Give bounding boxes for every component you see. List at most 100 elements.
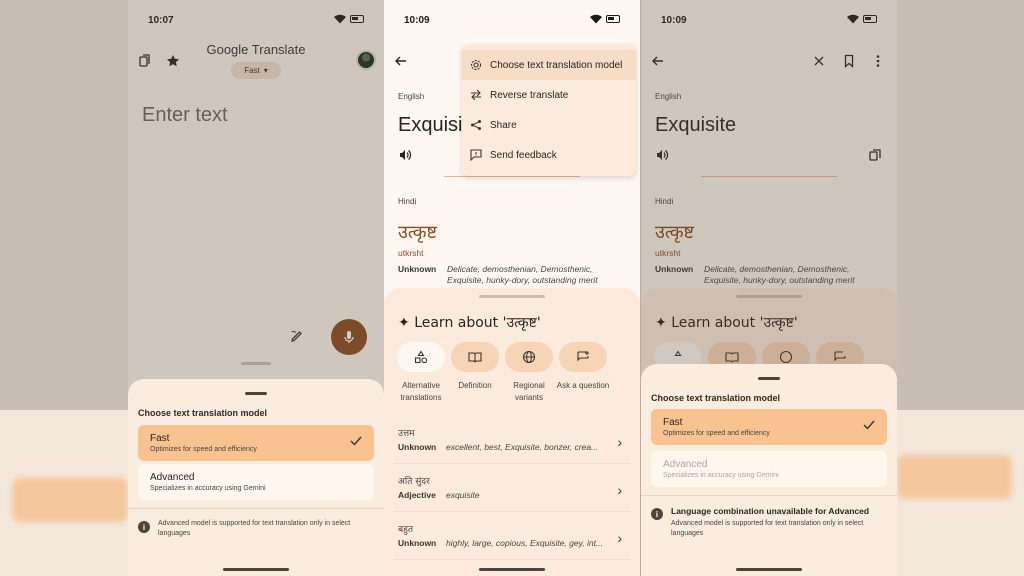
mic-button[interactable] [331,319,367,355]
info-icon: i [138,521,150,533]
menu-item-share[interactable]: Share [462,110,636,140]
menu-item-reverse-translate[interactable]: Reverse translate [462,80,636,110]
chip-definition[interactable]: Definition [451,342,499,404]
menu-item-label: Choose text translation model [490,59,623,71]
learn-panel: ✦ Learn about 'उत्कृष्ट' Alternative tra… [384,288,640,576]
chip-ask-question[interactable]: Ask a question [557,342,609,404]
close-icon[interactable] [810,52,828,70]
app-title: Google Translate [128,42,384,57]
speaker-icon[interactable] [653,146,671,164]
learn-title-text: Learn about 'उत्कृष्ट' [414,315,541,331]
mic-icon [344,331,354,343]
option-advanced[interactable]: Advanced Specializes in accuracy using G… [138,464,374,500]
chevron-down-icon: ▾ [263,66,268,75]
chip-regional-variants[interactable]: Regional variants [505,342,553,404]
sheet-title: Choose text translation model [138,408,268,418]
chevron-right-icon: › [617,482,622,498]
learn-title-text: Learn about 'उत्कृष्ट' [671,315,798,331]
book-icon [468,352,482,363]
question-icon [577,351,589,362]
list-item[interactable]: उत्तम Unknown excellent, best, Exquisite… [394,416,630,464]
row-word: बहुत [398,525,414,535]
phone-screen-menu: 10:09 English Exquisite Hindi उत्कृष्ट u… [384,0,640,576]
back-arrow-icon[interactable] [392,52,410,70]
menu-item-label: Reverse translate [490,89,569,101]
blurred-right-pill [897,455,1012,499]
target-language: Hindi [655,197,674,206]
handwriting-icon[interactable] [290,329,304,348]
phone-screen-home: 10:07 Google Translate Fast ▾ Enter text… [128,0,384,576]
question-icon [834,351,846,362]
avatar[interactable] [356,50,376,70]
option-advanced-disabled: Advanced Specializes in accuracy using G… [651,451,887,487]
option-title: Fast [150,433,170,444]
overflow-menu: Choose text translation model Reverse tr… [462,44,636,176]
list-item[interactable]: अति सुंदर Adjective exquisite › [394,464,630,512]
home-indicator [736,568,802,571]
option-fast[interactable]: Fast Optimizes for speed and efficiency [651,409,887,445]
model-chip-label: Fast [244,66,260,75]
menu-item-label: Share [490,119,517,131]
menu-item-choose-model[interactable]: Choose text translation model [462,50,636,80]
back-arrow-icon[interactable] [649,52,667,70]
model-sheet: Choose text translation model Fast Optim… [128,379,384,576]
info-heading: Language combination unavailable for Adv… [671,506,870,516]
globe-icon [522,350,536,364]
learn-chips: Alternative translations Definition Regi… [397,342,609,404]
transliteration: utkrsht [398,248,424,258]
option-desc: Optimizes for speed and efficiency [663,430,770,437]
sheet-grab-handle[interactable] [736,295,802,298]
speaker-icon[interactable] [396,146,414,164]
battery-icon [863,15,877,23]
bookmark-icon[interactable] [840,52,858,70]
wifi-icon [334,14,346,24]
synonyms: Delicate, demosthenian, Demosthenic, Exq… [704,264,855,285]
row-word: अति सुंदर [398,477,430,487]
sheet-grab-handle[interactable] [245,392,267,395]
home-indicator [479,568,545,571]
drag-handle[interactable] [241,362,271,365]
list-item[interactable]: बहुत Unknown highly, large, copious, Exq… [394,512,630,560]
menu-item-label: Send feedback [490,149,557,161]
chip-label: Regional variants [513,381,545,402]
more-vert-icon[interactable] [869,52,887,70]
sheet-grab-handle[interactable] [479,295,545,298]
option-title: Advanced [150,472,195,483]
row-synonyms: excellent, best, Exquisite, bonzer, crea… [446,442,599,452]
option-desc: Specializes in accuracy using Gemini [150,485,266,492]
status-time: 10:09 [661,15,687,26]
alt-translation-list: उत्तम Unknown excellent, best, Exquisite… [384,416,640,560]
row-word: उत्तम [398,429,415,439]
status-time: 10:09 [404,15,430,26]
target-word: उत्कृष्ट [655,222,695,243]
check-icon [863,420,875,430]
source-text-input[interactable]: Enter text [142,104,228,127]
chip-label: Alternative translations [400,381,442,402]
phone-screen-model-sheet: 10:09 English Exquisite Hindi उत्कृष्ट u… [641,0,897,576]
model-chip[interactable]: Fast ▾ [231,62,281,79]
sheet-grab-handle[interactable] [758,377,780,380]
learn-title: ✦ Learn about 'उत्कृष्ट' [398,313,541,332]
synonyms: Delicate, demosthenian, Demosthenic, Exq… [447,264,598,285]
app-title-google: Google [206,42,249,57]
copy-icon[interactable] [866,146,884,164]
info-text: Advanced model is supported for text tra… [158,520,351,537]
menu-item-send-feedback[interactable]: Send feedback [462,140,636,170]
option-fast[interactable]: Fast Optimizes for speed and efficiency [138,425,374,461]
sheet-title: Choose text translation model [651,393,781,403]
status-bar: 10:09 [661,14,877,28]
chip-label: Ask a question [556,381,610,390]
source-language: English [398,92,425,101]
gear-icon [470,59,482,71]
row-pos: Unknown [398,538,437,548]
chip-alternative-translations[interactable]: Alternative translations [397,342,445,404]
divider [444,176,580,177]
book-icon [725,352,739,363]
transliteration: utkrsht [655,248,681,258]
status-bar: 10:07 [148,14,364,28]
app-title-translate: Translate [251,42,306,57]
row-synonyms: highly, large, copious, Exquisite, gey, … [446,538,604,548]
sparkle-icon: ✦ [398,315,410,331]
chevron-right-icon: › [617,530,622,546]
option-desc: Specializes in accuracy using Gemini [663,472,779,479]
